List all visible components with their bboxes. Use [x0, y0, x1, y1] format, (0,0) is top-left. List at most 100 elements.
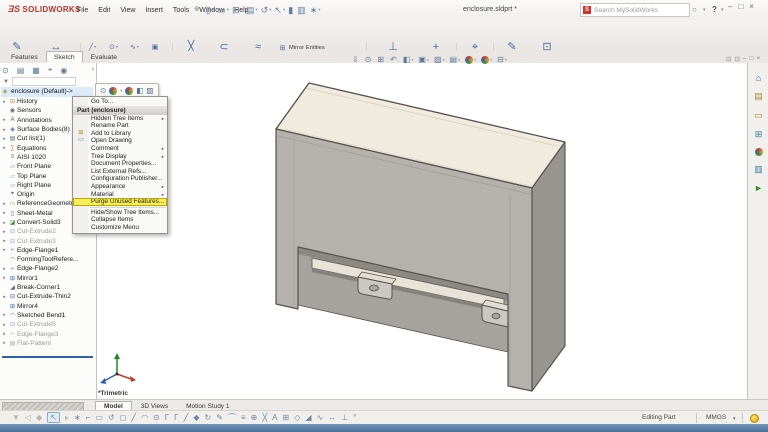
expand-arrow-icon[interactable]: ▸ [1, 275, 8, 281]
sketch-tool-icon[interactable]: ◆ [193, 413, 199, 422]
help-caret-icon[interactable]: ▾ [721, 7, 724, 13]
context-menu-item[interactable]: Customize Menu [73, 224, 167, 232]
open-icon[interactable]: ▭ ▾ [217, 5, 229, 16]
expand-arrow-icon[interactable]: ▸ [1, 340, 8, 346]
units-dropdown[interactable]: MMGS [706, 414, 726, 421]
expand-arrow-icon[interactable]: ▸ [1, 247, 8, 253]
dropdown-caret-icon[interactable]: ▾ [94, 44, 96, 49]
tree-item[interactable]: ▸ ▤ Flat-Pattern [1, 339, 95, 348]
search-icon[interactable]: ○ [692, 5, 697, 14]
context-menu-item[interactable]: Tree Display ▸ [73, 153, 167, 161]
design-library-icon[interactable]: ▤ [754, 91, 763, 102]
magnifier-icon[interactable]: ⊙ [100, 86, 106, 95]
tree-item[interactable]: ◠ FormingToolRefere... [1, 255, 95, 264]
sketch-tool-icon[interactable]: A [272, 413, 277, 422]
appearances-icon[interactable] [755, 148, 763, 156]
menu-tools[interactable]: Tools [168, 5, 194, 16]
dropdown-caret-icon[interactable]: ▾ [212, 7, 214, 13]
tree-item[interactable]: ▸ ⊞ Mirror1 [1, 274, 95, 283]
context-menu-item[interactable]: Collapse Items [73, 216, 167, 224]
dropdown-caret-icon[interactable]: ▾ [505, 57, 507, 62]
doc-window-icon[interactable]: ⊡ [726, 55, 731, 63]
previous-view-icon[interactable]: ↶ [390, 55, 398, 64]
doc-close-icon[interactable]: × [756, 55, 760, 63]
menu-edit[interactable]: Edit [93, 5, 115, 16]
tree-item[interactable]: ▸ ⊟ Cut-Extrude-Thin2 [1, 292, 95, 301]
displaymanager-tab-icon[interactable]: ◉ [60, 66, 67, 75]
dropdown-caret-icon[interactable]: ▾ [227, 7, 229, 13]
expand-arrow-icon[interactable]: ▸ [1, 266, 8, 272]
dropdown-caret-icon[interactable]: ▾ [411, 57, 413, 62]
filter-funnel-icon[interactable]: ▼ [3, 79, 9, 85]
expand-arrow-icon[interactable]: ▸ [1, 210, 8, 216]
forum-icon[interactable]: ► [754, 183, 763, 193]
zoom-to-fit-icon[interactable]: ⇩ [352, 55, 360, 64]
tree-item[interactable]: ▸ ◠ Sketched Bend1 [1, 311, 95, 320]
custom-properties-icon[interactable]: ▥ [754, 164, 763, 175]
doc-restore-icon[interactable]: □ [750, 55, 754, 63]
sketch-tool-icon[interactable]: ◠ [141, 413, 148, 422]
expand-arrow-icon[interactable]: ▸ [1, 99, 8, 105]
context-menu-item[interactable]: ⊞ Add to Library [73, 130, 167, 138]
menu-insert[interactable]: Insert [140, 5, 168, 16]
sketch-tool-icon[interactable]: ◻ [120, 413, 127, 422]
context-menu-item[interactable]: Go To... [73, 98, 167, 106]
dropdown-caret-icon[interactable]: ▾ [269, 7, 271, 13]
maximize-button[interactable]: □ [738, 2, 743, 11]
appearance-icon[interactable] [109, 87, 117, 95]
help-button[interactable]: ? [712, 5, 717, 14]
featuremanager-tab-icon[interactable]: ⊙ [2, 66, 9, 75]
sketch-tool-icon[interactable]: ⊞ [283, 413, 290, 422]
dropdown-caret-icon[interactable]: ▾ [490, 57, 492, 62]
expand-arrow-icon[interactable]: ▸ [1, 229, 8, 235]
view-palette-icon[interactable]: ⊞ [755, 129, 763, 140]
sketch-tool-icon[interactable]: ⊥ [341, 413, 348, 422]
xpert-tools-icon[interactable]: ▮ [288, 5, 294, 16]
sketch-tool-icon[interactable]: ⊕ [251, 413, 258, 422]
apply-scene-icon[interactable]: ▾ [481, 56, 492, 64]
context-menu-item[interactable]: Hidden Tree Items ▸ [73, 115, 167, 123]
sketch-tool-icon[interactable]: ▸ [65, 413, 69, 422]
dropdown-caret-icon[interactable]: ▾ [474, 57, 476, 62]
menu-view[interactable]: View [115, 5, 140, 16]
edit-appearance-icon[interactable]: ▾ [465, 56, 476, 64]
sketch-tool-icon[interactable]: ◇ [294, 413, 300, 422]
sketch-tool-icon[interactable]: ° [353, 413, 356, 422]
enclosure-model[interactable] [276, 83, 565, 391]
tree-item[interactable]: ⊞ Mirror4 [1, 302, 95, 311]
appearance-caret-icon[interactable]: ▾ [120, 88, 122, 93]
sketch-tool-icon[interactable]: ⌒ [228, 412, 236, 423]
context-menu-item[interactable]: Material ▸ [73, 191, 167, 199]
view-orientation-icon[interactable]: ▣ ▾ [418, 55, 429, 64]
expand-arrow-icon[interactable]: ▸ [1, 220, 8, 226]
doc-minimize-icon[interactable]: – [743, 55, 747, 63]
search-caret-icon[interactable]: ▾ [703, 7, 706, 13]
tree-item[interactable]: ▸ ⊟ Cut-Extrude3 [1, 236, 95, 245]
sketch-tool-icon[interactable]: ⊙ [153, 413, 160, 422]
sketch-tool-icon[interactable]: ╱ [184, 413, 189, 422]
viewport-canvas[interactable] [96, 63, 747, 400]
tag-status-icon[interactable] [750, 414, 759, 423]
context-menu-item[interactable]: Appearance ▸ [73, 183, 167, 191]
units-caret-icon[interactable]: ▾ [733, 416, 736, 422]
options-icon[interactable]: ∗ ▾ [310, 5, 321, 16]
minimize-button[interactable]: – [728, 2, 732, 11]
dimxpert-tab-icon[interactable]: ⌖ [48, 65, 53, 75]
sketch-tool-icon[interactable]: ◁ [25, 413, 31, 422]
sketch-tool-icon[interactable]: ✎ [216, 413, 223, 422]
sketch-tool-icon[interactable]: ⌐ [86, 413, 91, 422]
hide-show-icon[interactable]: ▨ [146, 86, 153, 95]
expand-arrow-icon[interactable]: ▸ [1, 238, 8, 244]
tab-features[interactable]: Features [3, 51, 46, 63]
menu-file[interactable]: File [72, 5, 93, 16]
expand-arrow-icon[interactable]: ▸ [1, 201, 8, 207]
search-input[interactable]: S Search MySolidWorks [580, 3, 690, 17]
expand-arrow-icon[interactable]: ▸ [1, 117, 8, 123]
tree-item[interactable]: ▸ ⌐ Edge-Flange3 [1, 329, 95, 338]
dropdown-caret-icon[interactable]: ▾ [116, 44, 118, 49]
tree-item[interactable]: ▸ ⌐ Edge-Flange2 [1, 264, 95, 273]
sketch-tool-icon[interactable]: ↖ [47, 412, 60, 423]
sketch-tool-icon[interactable]: ≡ [241, 413, 246, 422]
expand-arrow-icon[interactable]: ▸ [1, 145, 8, 151]
context-menu-item[interactable]: Rename Part [73, 122, 167, 130]
